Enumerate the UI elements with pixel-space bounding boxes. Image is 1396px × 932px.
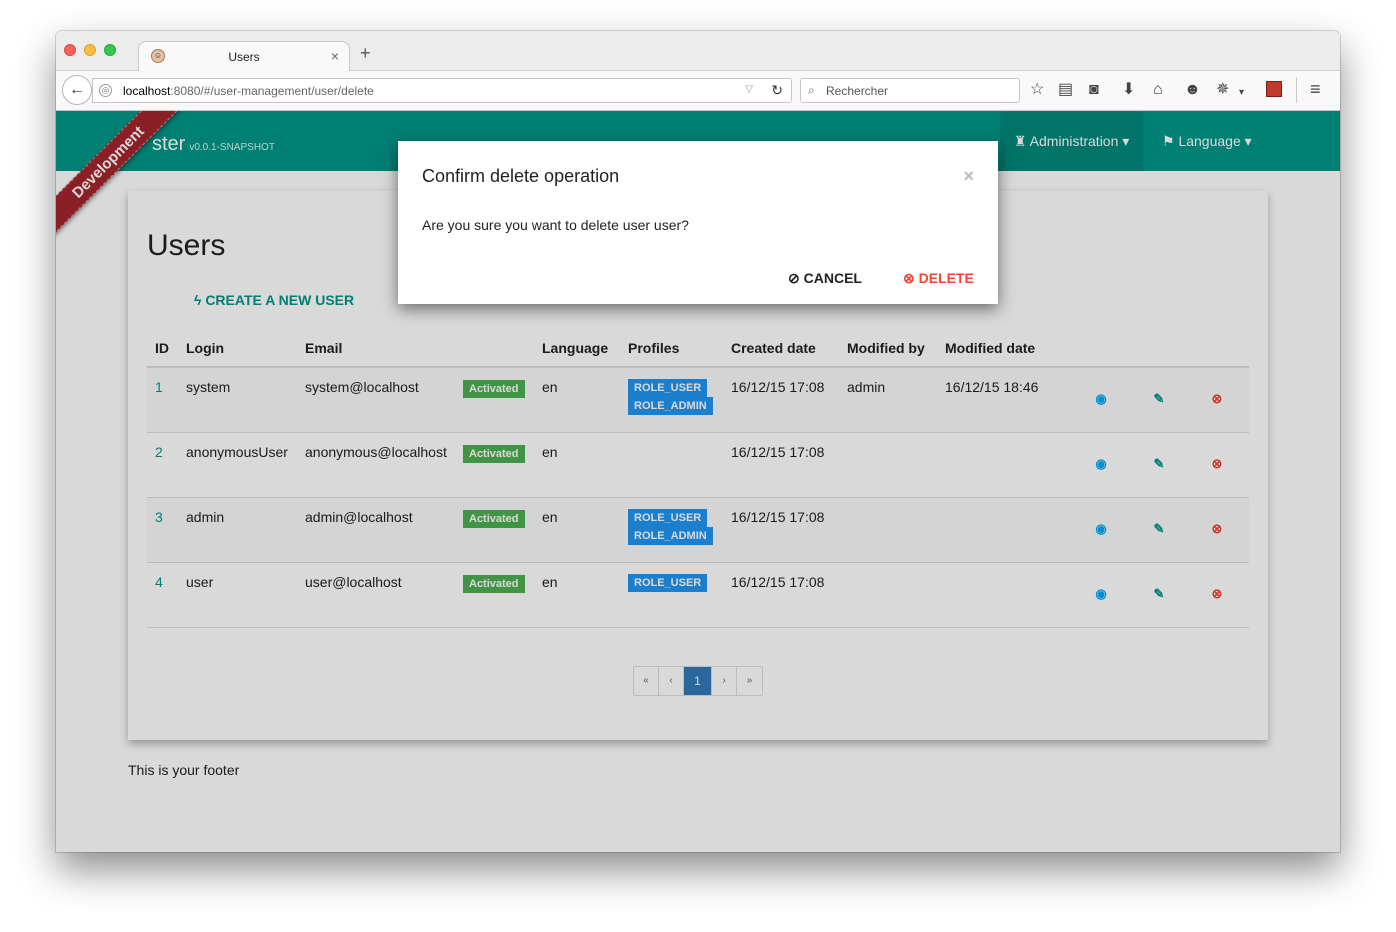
addon-icon[interactable] xyxy=(1266,81,1282,97)
chat-icon[interactable]: ☻ xyxy=(1184,81,1201,99)
menu-icon[interactable]: ≡ xyxy=(1310,80,1321,98)
cancel-button[interactable]: ⊘ CANCEL xyxy=(788,270,862,287)
close-window-button[interactable] xyxy=(64,44,76,56)
ban-icon: ⊘ xyxy=(788,270,804,286)
bookmark-star-icon[interactable]: ☆ xyxy=(1030,81,1044,99)
back-button[interactable]: ← xyxy=(62,75,92,105)
dialog-title: Confirm delete operation xyxy=(422,166,620,186)
tab-close-icon[interactable]: × xyxy=(331,48,339,64)
zoom-window-button[interactable] xyxy=(104,44,116,56)
minimize-window-button[interactable] xyxy=(84,44,96,56)
cancel-label: CANCEL xyxy=(803,270,862,286)
extension-icon[interactable]: ✵ xyxy=(1216,81,1229,99)
browser-tab[interactable]: ☺ Users × xyxy=(138,41,350,72)
download-icon[interactable]: ⬇ xyxy=(1122,81,1135,99)
url-path: :8080/#/user-management/user/delete xyxy=(170,84,374,98)
url-host: localhost xyxy=(123,84,171,98)
delete-circle-icon: ⊗ xyxy=(903,270,919,286)
url-dropdown-icon[interactable]: ▽ xyxy=(745,84,753,95)
reload-icon[interactable]: ↻ xyxy=(771,82,783,99)
dialog-message: Are you sure you want to delete user use… xyxy=(422,217,689,233)
page-content: ster v0.0.1-SNAPSHOT ♜ Administration ▾ ⚑… xyxy=(56,111,1340,852)
browser-toolbar: ← ◎ localhost:8080/#/user-management/use… xyxy=(56,71,1340,111)
toolbar-separator xyxy=(1296,77,1297,103)
delete-button[interactable]: ⊗ DELETE xyxy=(903,270,974,287)
pocket-icon[interactable]: ◙ xyxy=(1089,81,1099,99)
new-tab-button[interactable]: + xyxy=(360,44,371,62)
reading-list-icon[interactable]: ▤ xyxy=(1058,81,1073,99)
close-icon[interactable]: × xyxy=(963,166,974,187)
globe-icon: ◎ xyxy=(99,84,112,97)
delete-label: DELETE xyxy=(918,270,974,286)
url-text: localhost:8080/#/user-management/user/de… xyxy=(123,84,374,98)
home-icon[interactable]: ⌂ xyxy=(1153,81,1163,99)
search-bar[interactable]: ⌕ Rechercher xyxy=(800,78,1020,103)
browser-titlebar: ☺ Users × + xyxy=(56,31,1340,72)
browser-window: ☺ Users × + ← ◎ localhost:8080/#/user-ma… xyxy=(56,31,1340,852)
extension-dropdown-icon[interactable]: ▾ xyxy=(1239,84,1244,102)
tab-title: Users xyxy=(228,50,260,64)
url-bar[interactable]: ◎ localhost:8080/#/user-management/user/… xyxy=(92,78,792,103)
confirm-delete-dialog: Confirm delete operation × Are you sure … xyxy=(398,141,998,304)
search-placeholder: Rechercher xyxy=(826,84,889,98)
search-icon: ⌕ xyxy=(808,83,815,97)
